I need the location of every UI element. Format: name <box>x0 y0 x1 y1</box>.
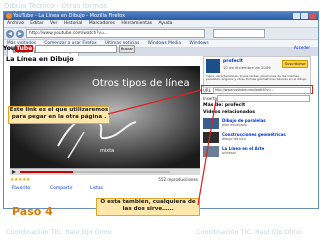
menu-item-ver[interactable]: Ver <box>50 21 57 26</box>
video-overlay-title: Otros tipos de línea <box>92 78 190 89</box>
related-video-meta: dibujo técnico <box>222 137 246 141</box>
maximize-button[interactable] <box>301 13 308 19</box>
menu-item-historial[interactable]: Historial <box>64 21 83 26</box>
channel-info-box: profeclt 10 de diciembre de 2009 Suscrib… <box>203 56 311 88</box>
minimize-button[interactable] <box>293 13 300 19</box>
back-icon[interactable]: ◀ <box>6 29 14 38</box>
favorite-link[interactable]: Favorito <box>12 186 30 191</box>
video-sidebar: profeclt 10 de diciembre de 2009 Suscrib… <box>201 54 313 199</box>
menu-item-ayuda[interactable]: Ayuda <box>159 21 173 26</box>
menu-bar: Archivo Editar Ver Historial Marcadores … <box>4 20 318 28</box>
related-video-meta: profesor <box>222 151 237 155</box>
video-controls <box>10 168 200 175</box>
star-rating[interactable]: ★★★★★ <box>10 177 30 183</box>
window-title: YouTube - La Línea en Dibujo - Mozilla F… <box>13 13 126 19</box>
youtube-header: YouTube Buscar Acceder <box>0 43 314 54</box>
playlists-link[interactable]: Listas <box>90 186 103 191</box>
url-label: URL <box>203 88 211 93</box>
video-title: La Línea en Dibujo <box>6 55 74 63</box>
upload-date: 10 de diciembre de 2009 <box>223 65 271 70</box>
sign-in-link[interactable]: Acceder <box>294 45 310 50</box>
video-progress-bar[interactable] <box>20 171 170 173</box>
play-icon[interactable] <box>12 170 16 174</box>
embed-code-field[interactable] <box>217 95 310 102</box>
view-count: 552 reproducciones <box>158 177 198 182</box>
more-from-heading[interactable]: Más de: profeclt <box>203 103 245 108</box>
menu-item-archivo[interactable]: Archivo <box>7 21 24 26</box>
browser-search-input[interactable] <box>213 29 265 38</box>
list-item[interactable]: La Línea en el Arte profesor <box>203 146 309 158</box>
related-videos-heading[interactable]: Vídeos relacionados <box>203 110 255 115</box>
step-label: Paso 4 <box>12 205 53 218</box>
window-controls <box>293 13 316 19</box>
navigation-toolbar: ◀ ▶ http://www.youtube.com/watch?v=... <box>4 28 318 40</box>
video-stats: ★★★★★ 552 reproducciones <box>10 176 200 184</box>
youtube-search-input[interactable] <box>35 44 117 53</box>
related-video-meta: bien explicado <box>222 123 247 127</box>
video-progress-fill <box>20 171 73 173</box>
share-link[interactable]: Compartir <box>50 186 73 191</box>
firefox-icon <box>6 13 12 19</box>
youtube-search-button[interactable]: Buscar <box>119 44 135 53</box>
callout-embed-note: O esta también, cualquiera de las dos si… <box>96 198 200 216</box>
list-item[interactable]: Dibujo de paralelas bien explicado <box>203 118 309 130</box>
video-url-field[interactable]: http://www.youtube.com/watch?v=... <box>213 87 311 94</box>
menu-item-herramientas[interactable]: Herramientas <box>121 21 152 26</box>
video-thumbnail[interactable] <box>203 146 219 157</box>
slide-header-text: Dibujo Técnico - Otras formas <box>4 2 107 10</box>
video-caption: mixta <box>100 148 115 154</box>
list-item[interactable]: Construcciones geométricas dibujo técnic… <box>203 132 309 144</box>
channel-name[interactable]: profeclt <box>223 59 243 64</box>
video-actions: Favorito Compartir Listas <box>10 184 200 198</box>
callout-url-note: Este link es el que utilizaremos para pe… <box>8 106 110 124</box>
footer-credit-right: Coordinación TIC. Raul Ojo Olmo <box>196 228 302 236</box>
address-bar[interactable]: http://www.youtube.com/watch?v=... <box>26 29 205 38</box>
menu-item-editar[interactable]: Editar <box>30 21 43 26</box>
avatar[interactable] <box>206 59 220 73</box>
youtube-logo[interactable]: YouTube <box>3 44 34 53</box>
close-button[interactable] <box>309 13 316 19</box>
subscribe-button[interactable]: Suscribirse <box>282 60 308 68</box>
video-thumbnail[interactable] <box>203 118 219 129</box>
forward-icon[interactable]: ▶ <box>16 29 24 38</box>
footer-credit-left: Coordinación TIC. Raul Ojo Olmo <box>6 228 112 236</box>
window-titlebar: YouTube - La Línea en Dibujo - Mozilla F… <box>4 12 318 20</box>
video-thumbnail[interactable] <box>203 132 219 143</box>
menu-item-marcadores[interactable]: Marcadores <box>89 21 115 26</box>
